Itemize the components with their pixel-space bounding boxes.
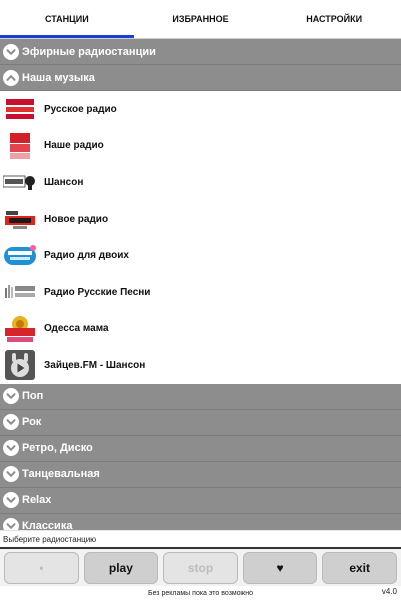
category-rock[interactable]: Рок — [0, 409, 401, 436]
exit-button[interactable]: exit — [322, 552, 397, 584]
status-text: Выберите радиостанцию — [0, 530, 401, 547]
version-label: v4.0 — [381, 587, 397, 596]
tab-favorites[interactable]: ИЗБРАННОЕ — [134, 0, 268, 38]
zaycev-fm-logo — [3, 350, 37, 381]
station-name: Одесса мама — [44, 323, 109, 335]
station-name: Радио для двоих — [44, 250, 129, 262]
station-item[interactable]: Одесса мама — [0, 310, 401, 348]
chevron-down-icon — [3, 388, 19, 405]
station-item[interactable]: Новое радио — [0, 200, 401, 238]
station-name: Шансон — [44, 176, 84, 188]
category-label: Классика — [22, 520, 73, 530]
category-retro-disco[interactable]: Ретро, Диско — [0, 435, 401, 462]
chevron-down-icon — [3, 414, 19, 431]
station-name: Зайцев.FM - Шансон — [44, 359, 146, 371]
novoe-radio-logo — [3, 204, 37, 234]
nashe-radio-logo — [3, 131, 37, 161]
play-button[interactable]: play — [83, 552, 159, 584]
category-efirnye[interactable]: Эфирные радиостанции — [0, 39, 401, 65]
player-controls: • play stop ♥ exit — [0, 549, 401, 586]
category-label: Рок — [22, 416, 42, 429]
category-label: Ретро, Диско — [22, 442, 93, 455]
favorite-button[interactable]: ♥ — [242, 552, 318, 584]
chevron-down-icon — [3, 518, 19, 530]
chevron-up-icon — [3, 69, 19, 86]
tab-settings-label: НАСТРОЙКИ — [306, 14, 363, 24]
indicator-button[interactable]: • — [4, 552, 79, 584]
category-label: Эфирные радиостанции — [22, 45, 156, 58]
tab-favorites-label: ИЗБРАННОЕ — [172, 14, 229, 24]
category-relax[interactable]: Relax — [0, 487, 401, 514]
category-classic[interactable]: Классика — [0, 513, 401, 530]
station-name: Новое радио — [44, 213, 109, 225]
chevron-down-icon — [3, 466, 19, 483]
station-list[interactable]: Эфирные радиостанции Наша музыка Русское… — [0, 39, 401, 530]
tab-bar: СТАНЦИИ ИЗБРАННОЕ НАСТРОЙКИ — [0, 0, 401, 38]
station-name: Русское радио — [44, 103, 117, 115]
category-label: Relax — [22, 494, 52, 507]
tab-settings[interactable]: НАСТРОЙКИ — [267, 0, 401, 38]
category-label: Танцевальная — [22, 468, 100, 481]
station-name: Радио Русские Песни — [44, 286, 151, 298]
footer-text: Без рекламы пока это возможно — [147, 589, 254, 597]
station-item[interactable]: Радио Русские Песни — [0, 273, 401, 311]
chevron-down-icon — [3, 440, 19, 457]
chevron-down-icon — [3, 43, 19, 60]
category-label: Поп — [22, 390, 44, 403]
station-name: Наше радио — [44, 140, 104, 152]
category-dance[interactable]: Танцевальная — [0, 461, 401, 488]
shanson-logo — [3, 167, 37, 197]
station-item[interactable]: Шансон — [0, 164, 401, 201]
station-item[interactable]: Русское радио — [0, 91, 401, 128]
stop-button[interactable]: stop — [163, 552, 238, 584]
category-pop[interactable]: Поп — [0, 383, 401, 410]
russkie-pesni-logo — [3, 277, 37, 307]
station-item[interactable]: Зайцев.FM - Шансон — [0, 347, 401, 384]
station-item[interactable]: Наше радио — [0, 127, 401, 165]
odessa-mama-logo — [3, 314, 37, 344]
russkoe-radio-logo — [3, 94, 37, 124]
radio-dlya-dvoih-logo — [3, 241, 37, 271]
station-item[interactable]: Радио для двоих — [0, 237, 401, 274]
tab-stations-label: СТАНЦИИ — [44, 14, 89, 24]
category-label: Наша музыка — [22, 71, 95, 84]
tab-stations[interactable]: СТАНЦИИ — [0, 0, 134, 38]
footer: Без рекламы пока это возможно v4.0 — [0, 586, 401, 600]
category-nasha-muzyka[interactable]: Наша музыка — [0, 65, 401, 91]
chevron-down-icon — [3, 492, 19, 509]
